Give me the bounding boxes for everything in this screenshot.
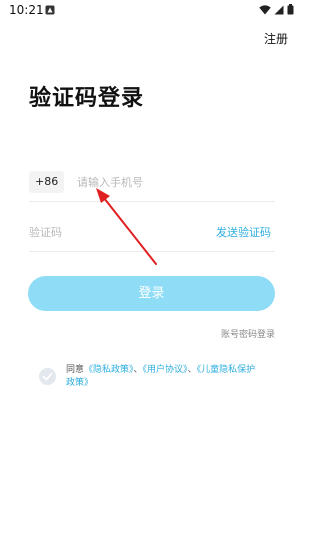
agreement-separator: 、 [133,365,143,375]
status-indicators [259,4,294,15]
agreement-text: 同意《隐私政策》、《用户协议》、《儿童隐私保护政策》 [66,364,256,390]
agreement-separator: 、 [187,365,197,375]
notification-icon [45,5,55,15]
status-bar: 10:21 [0,0,303,22]
privacy-policy-link[interactable]: 《隐私政策》 [84,365,134,375]
status-time: 10:21 [9,3,44,17]
password-login-link[interactable]: 账号密码登录 [221,327,275,340]
code-field-row: 发送验证码 [29,218,275,252]
phone-input[interactable] [77,171,267,193]
send-code-button[interactable]: 发送验证码 [216,224,271,240]
agreement-prefix: 同意 [66,365,85,375]
user-agreement-link[interactable]: 《用户协议》 [143,365,188,375]
signal-icon [274,5,284,14]
login-button[interactable]: 登录 [28,276,275,311]
register-link[interactable]: 注册 [264,30,288,47]
country-code-selector[interactable]: +86 [29,171,65,193]
page-title: 验证码登录 [29,86,145,111]
battery-icon [287,4,294,15]
verification-code-input[interactable] [29,221,179,243]
agreement-checkbox-icon[interactable] [39,368,56,385]
wifi-icon [259,4,271,15]
phone-field-row: +86 [29,168,275,202]
